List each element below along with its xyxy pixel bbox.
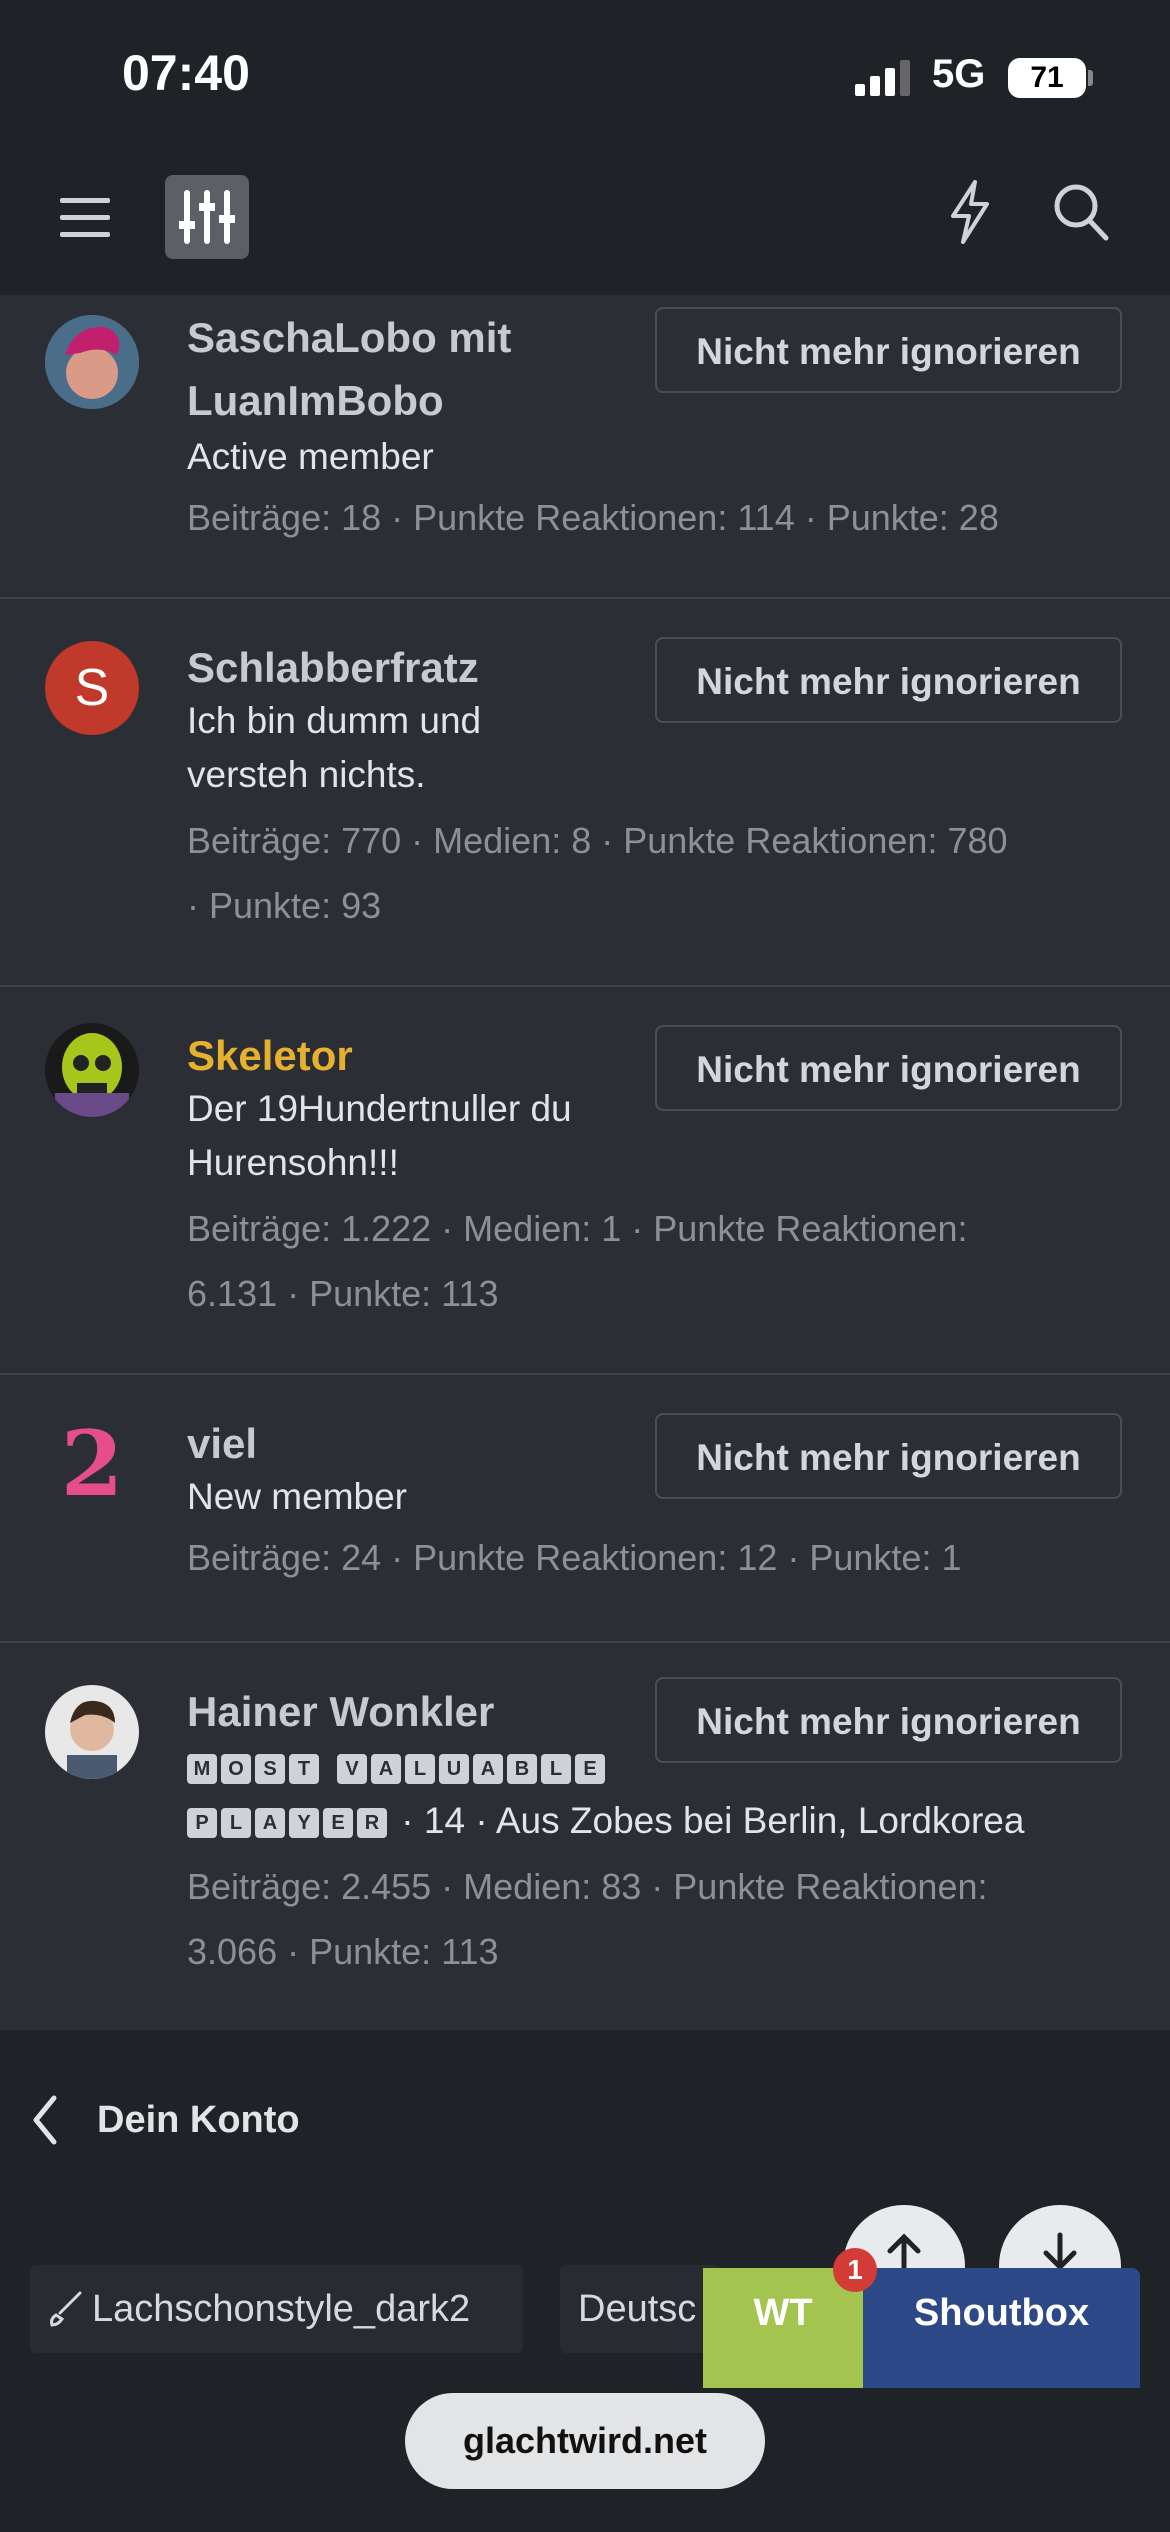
- username[interactable]: viel: [187, 1413, 257, 1475]
- battery-icon: 71: [1008, 58, 1086, 98]
- signal-icon: [855, 60, 910, 96]
- title-letter-tile: A: [473, 1754, 503, 1785]
- unignore-button[interactable]: Nicht mehr ignorieren: [655, 1025, 1122, 1111]
- title-letter-tile: V: [337, 1754, 367, 1785]
- style-label: Lachschonstyle_dark2: [92, 2288, 471, 2330]
- title-letter-tile: T: [289, 1754, 319, 1785]
- username[interactable]: Hainer Wonkler: [187, 1681, 494, 1743]
- footer: Dein Konto Lachschonstyle_dark2 Deutsc W…: [0, 2030, 1170, 2532]
- title-letter-tile: L: [541, 1754, 571, 1785]
- user-title-badge: PLAYER · 14 · Aus Zobes bei Berlin, Lord…: [187, 1794, 1024, 1848]
- username[interactable]: SaschaLobo mit: [187, 307, 511, 369]
- shoutbox-button[interactable]: Shoutbox: [863, 2268, 1140, 2388]
- title-letter-tile: R: [357, 1808, 387, 1839]
- avatar[interactable]: S: [45, 641, 139, 735]
- title-letter-tile: L: [221, 1808, 251, 1839]
- network-label: 5G: [932, 52, 986, 96]
- battery-tip: [1088, 70, 1093, 86]
- username[interactable]: Schlabberfratz: [187, 637, 479, 699]
- user-stats: Beiträge: 1.222 · Medien: 1 · Punkte Rea…: [187, 1208, 968, 1249]
- title-letter-tile: A: [371, 1754, 401, 1785]
- title-letter-tile: E: [323, 1808, 353, 1839]
- unignore-button[interactable]: Nicht mehr ignorieren: [655, 1413, 1122, 1499]
- chevron-left-icon[interactable]: [30, 2090, 60, 2150]
- title-letter-tile: O: [221, 1754, 251, 1785]
- clock: 07:40: [122, 45, 250, 101]
- list-item: SaschaLobo mit LuanImBobo Active member …: [0, 295, 1170, 599]
- sliders-icon[interactable]: [165, 175, 249, 259]
- user-title: · 14 · Aus Zobes bei Berlin, Lordkorea: [391, 1800, 1025, 1841]
- list-item: S Schlabberfratz Ich bin dumm und verste…: [0, 597, 1170, 987]
- username[interactable]: Skeletor: [187, 1025, 353, 1087]
- hamburger-icon[interactable]: [60, 198, 110, 242]
- status-bar: 07:40 5G 71: [0, 0, 1170, 150]
- account-link[interactable]: Dein Konto: [97, 2090, 300, 2150]
- lightning-icon[interactable]: [945, 180, 995, 244]
- title-letter-tile: E: [575, 1754, 605, 1785]
- title-letter-tile: S: [255, 1754, 285, 1785]
- url-bar[interactable]: glachtwird.net: [405, 2393, 765, 2489]
- list-item: 2 viel New member Beiträge: 24 · Punkte …: [0, 1373, 1170, 1643]
- title-letter-tile: L: [405, 1754, 435, 1785]
- unignore-button[interactable]: Nicht mehr ignorieren: [655, 1677, 1122, 1763]
- app-header: [0, 150, 1170, 295]
- user-title: Hurensohn!!!: [187, 1142, 399, 1183]
- user-title: Der 19Hundertnuller du: [187, 1088, 572, 1129]
- unignore-button[interactable]: Nicht mehr ignorieren: [655, 637, 1122, 723]
- avatar[interactable]: 2: [45, 1417, 139, 1511]
- title-letter-tile: Y: [289, 1808, 319, 1839]
- user-title: versteh nichts.: [187, 754, 426, 795]
- language-chooser[interactable]: Deutsc: [560, 2265, 720, 2353]
- list-item: Skeletor Der 19Hundertnuller du Hurensoh…: [0, 985, 1170, 1375]
- list-item: Hainer Wonkler MOSTVALUABLE PLAYER · 14 …: [0, 1641, 1170, 2030]
- style-chooser[interactable]: Lachschonstyle_dark2: [30, 2265, 523, 2353]
- user-stats: Beiträge: 24 · Punkte Reaktionen: 12 · P…: [187, 1537, 962, 1578]
- avatar[interactable]: [45, 315, 139, 409]
- user-stats: Beiträge: 2.455 · Medien: 83 · Punkte Re…: [187, 1866, 988, 1907]
- user-title: Ich bin dumm und: [187, 700, 482, 741]
- user-title-badge: MOSTVALUABLE: [187, 1740, 609, 1794]
- title-letter-tile: B: [507, 1754, 537, 1785]
- avatar[interactable]: [45, 1023, 139, 1117]
- avatar[interactable]: [45, 1685, 139, 1779]
- user-stats: 3.066 · Punkte: 113: [187, 1931, 499, 1972]
- user-stats: · Punkte: 93: [187, 885, 382, 926]
- username[interactable]: LuanImBobo: [187, 370, 444, 432]
- title-letter-tile: U: [439, 1754, 469, 1785]
- notification-badge: 1: [833, 2248, 877, 2292]
- title-letter-tile: A: [255, 1808, 285, 1839]
- unignore-button[interactable]: Nicht mehr ignorieren: [655, 307, 1122, 393]
- search-icon[interactable]: [1050, 180, 1110, 244]
- title-letter-tile: M: [187, 1754, 217, 1785]
- title-letter-tile: P: [187, 1808, 217, 1839]
- user-stats: Beiträge: 770 · Medien: 8 · Punkte Reakt…: [187, 820, 1008, 861]
- user-stats: Beiträge: 18 · Punkte Reaktionen: 114 · …: [187, 497, 999, 538]
- user-stats: 6.131 · Punkte: 113: [187, 1273, 499, 1314]
- ignored-users-list: SaschaLobo mit LuanImBobo Active member …: [0, 295, 1170, 2030]
- user-title: New member: [187, 1476, 407, 1517]
- brush-icon: [50, 2291, 82, 2327]
- user-title: Active member: [187, 436, 434, 477]
